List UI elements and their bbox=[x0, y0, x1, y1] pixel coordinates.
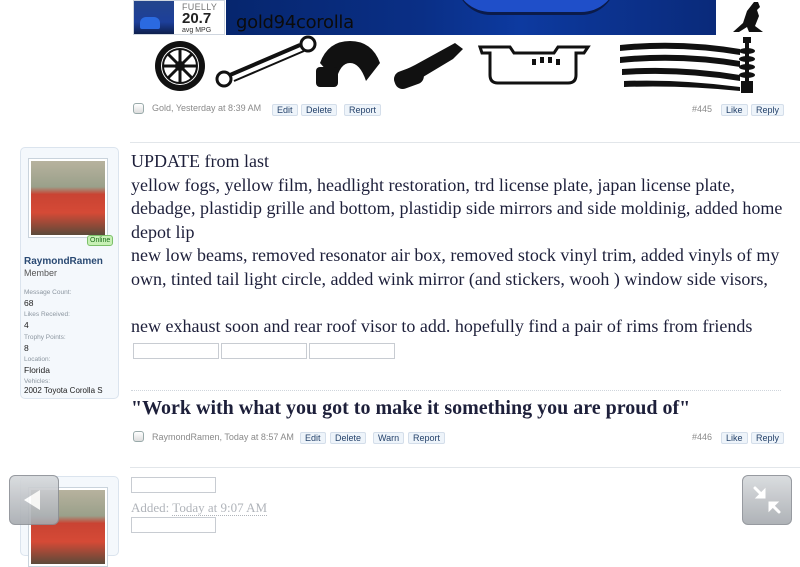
edit-button[interactable]: Edit bbox=[300, 432, 326, 444]
message-line: UPDATE from last bbox=[131, 151, 269, 171]
post-meta: RaymondRamen, Today at 8:57 AM bbox=[152, 432, 294, 442]
signature-text: "Work with what you got to make it somet… bbox=[131, 397, 691, 419]
fuelly-mpg-badge[interactable]: FUELLY 20.7 avg MPG bbox=[133, 0, 225, 35]
mpg-unit: avg MPG bbox=[182, 27, 212, 34]
like-button[interactable]: Like bbox=[721, 104, 748, 116]
attachment-placeholder[interactable] bbox=[131, 477, 216, 493]
attachment-placeholder[interactable] bbox=[131, 517, 216, 533]
back-arrow-icon bbox=[24, 490, 40, 510]
post-number[interactable]: #445 bbox=[692, 104, 712, 114]
stat-value: 8 bbox=[24, 343, 29, 353]
stat-label: Likes Received: bbox=[24, 311, 70, 318]
reply-button[interactable]: Reply bbox=[751, 104, 785, 116]
delete-button[interactable]: Delete bbox=[301, 104, 338, 116]
message-line: yellow fogs, yellow film, headlight rest… bbox=[131, 174, 783, 242]
user-card: Online RaymondRamen Member Message Count… bbox=[20, 147, 119, 399]
wheel-icon bbox=[155, 41, 205, 91]
like-button[interactable]: Like bbox=[721, 432, 748, 444]
exhaust-icon bbox=[394, 43, 463, 89]
post-divider bbox=[130, 467, 800, 468]
added-label: Added: bbox=[131, 500, 170, 515]
delete-button[interactable]: Delete bbox=[330, 432, 367, 444]
car-thumbnail bbox=[134, 1, 174, 34]
stat-label: Trophy Points: bbox=[24, 334, 66, 341]
avatar[interactable] bbox=[28, 158, 108, 238]
reply-button[interactable]: Reply bbox=[751, 432, 785, 444]
select-post-checkbox[interactable] bbox=[133, 431, 144, 442]
collapse-button[interactable] bbox=[742, 475, 792, 525]
message-line-wrap: new exhaust soon and rear roof visor to … bbox=[131, 315, 791, 362]
attachment-placeholder[interactable] bbox=[221, 342, 307, 359]
stat-label: Location: bbox=[24, 356, 51, 363]
stat-value: 4 bbox=[24, 320, 29, 330]
attachment-placeholder[interactable] bbox=[309, 342, 395, 359]
stat-label: Vehicles: bbox=[24, 378, 51, 385]
report-button[interactable]: Report bbox=[408, 432, 446, 444]
stat-label: Message Count: bbox=[24, 289, 72, 296]
select-post-checkbox[interactable] bbox=[133, 103, 144, 114]
intercooler-icon bbox=[477, 45, 591, 85]
banner-username: gold94corolla bbox=[236, 12, 354, 33]
report-button[interactable]: Report bbox=[344, 104, 382, 116]
message-line: new exhaust soon and rear roof visor to … bbox=[131, 315, 753, 336]
car-image bbox=[456, 0, 616, 15]
post-message: UPDATE from last yellow fogs, yellow fil… bbox=[131, 150, 791, 362]
added-time[interactable]: Today at 9:07 AM bbox=[172, 500, 268, 516]
avatar-photo bbox=[31, 161, 105, 235]
post-time[interactable]: Today at 8:57 AM bbox=[224, 432, 294, 442]
username-link[interactable]: RaymondRamen bbox=[24, 256, 103, 267]
back-button[interactable] bbox=[9, 475, 59, 525]
warn-button[interactable]: Warn bbox=[373, 432, 405, 444]
online-badge: Online bbox=[87, 235, 114, 246]
stat-value: Florida bbox=[24, 365, 50, 375]
visor-icon bbox=[620, 42, 740, 91]
stat-value[interactable]: 2002 Toyota Corolla S bbox=[24, 386, 103, 395]
post-time[interactable]: Yesterday at 8:39 AM bbox=[176, 103, 261, 113]
kangaroo-logo bbox=[716, 0, 773, 35]
message-line: new low beams, removed resonator air box… bbox=[131, 245, 780, 289]
signature-separator bbox=[131, 390, 781, 392]
user-title: Member bbox=[24, 268, 58, 278]
post-divider bbox=[130, 142, 800, 143]
intake-pipe-icon bbox=[316, 41, 380, 87]
signature-banner-image: gold94corolla bbox=[226, 0, 716, 35]
collapse-arrows-icon bbox=[753, 486, 781, 514]
post-author[interactable]: RaymondRamen bbox=[152, 432, 220, 442]
stat-value: 68 bbox=[24, 298, 34, 308]
added-timestamp: Added: Today at 9:07 AM bbox=[131, 500, 268, 516]
post-number[interactable]: #446 bbox=[692, 432, 712, 442]
mpg-value: 20.7 bbox=[182, 10, 212, 27]
car-parts-icons bbox=[155, 35, 755, 93]
post-author[interactable]: Gold bbox=[152, 103, 171, 113]
post-meta: Gold, Yesterday at 8:39 AM bbox=[152, 103, 262, 113]
edit-button[interactable]: Edit bbox=[272, 104, 298, 116]
attachment-placeholder[interactable] bbox=[133, 342, 219, 359]
strut-bar-icon bbox=[215, 35, 317, 88]
coilover-icon bbox=[739, 37, 755, 93]
